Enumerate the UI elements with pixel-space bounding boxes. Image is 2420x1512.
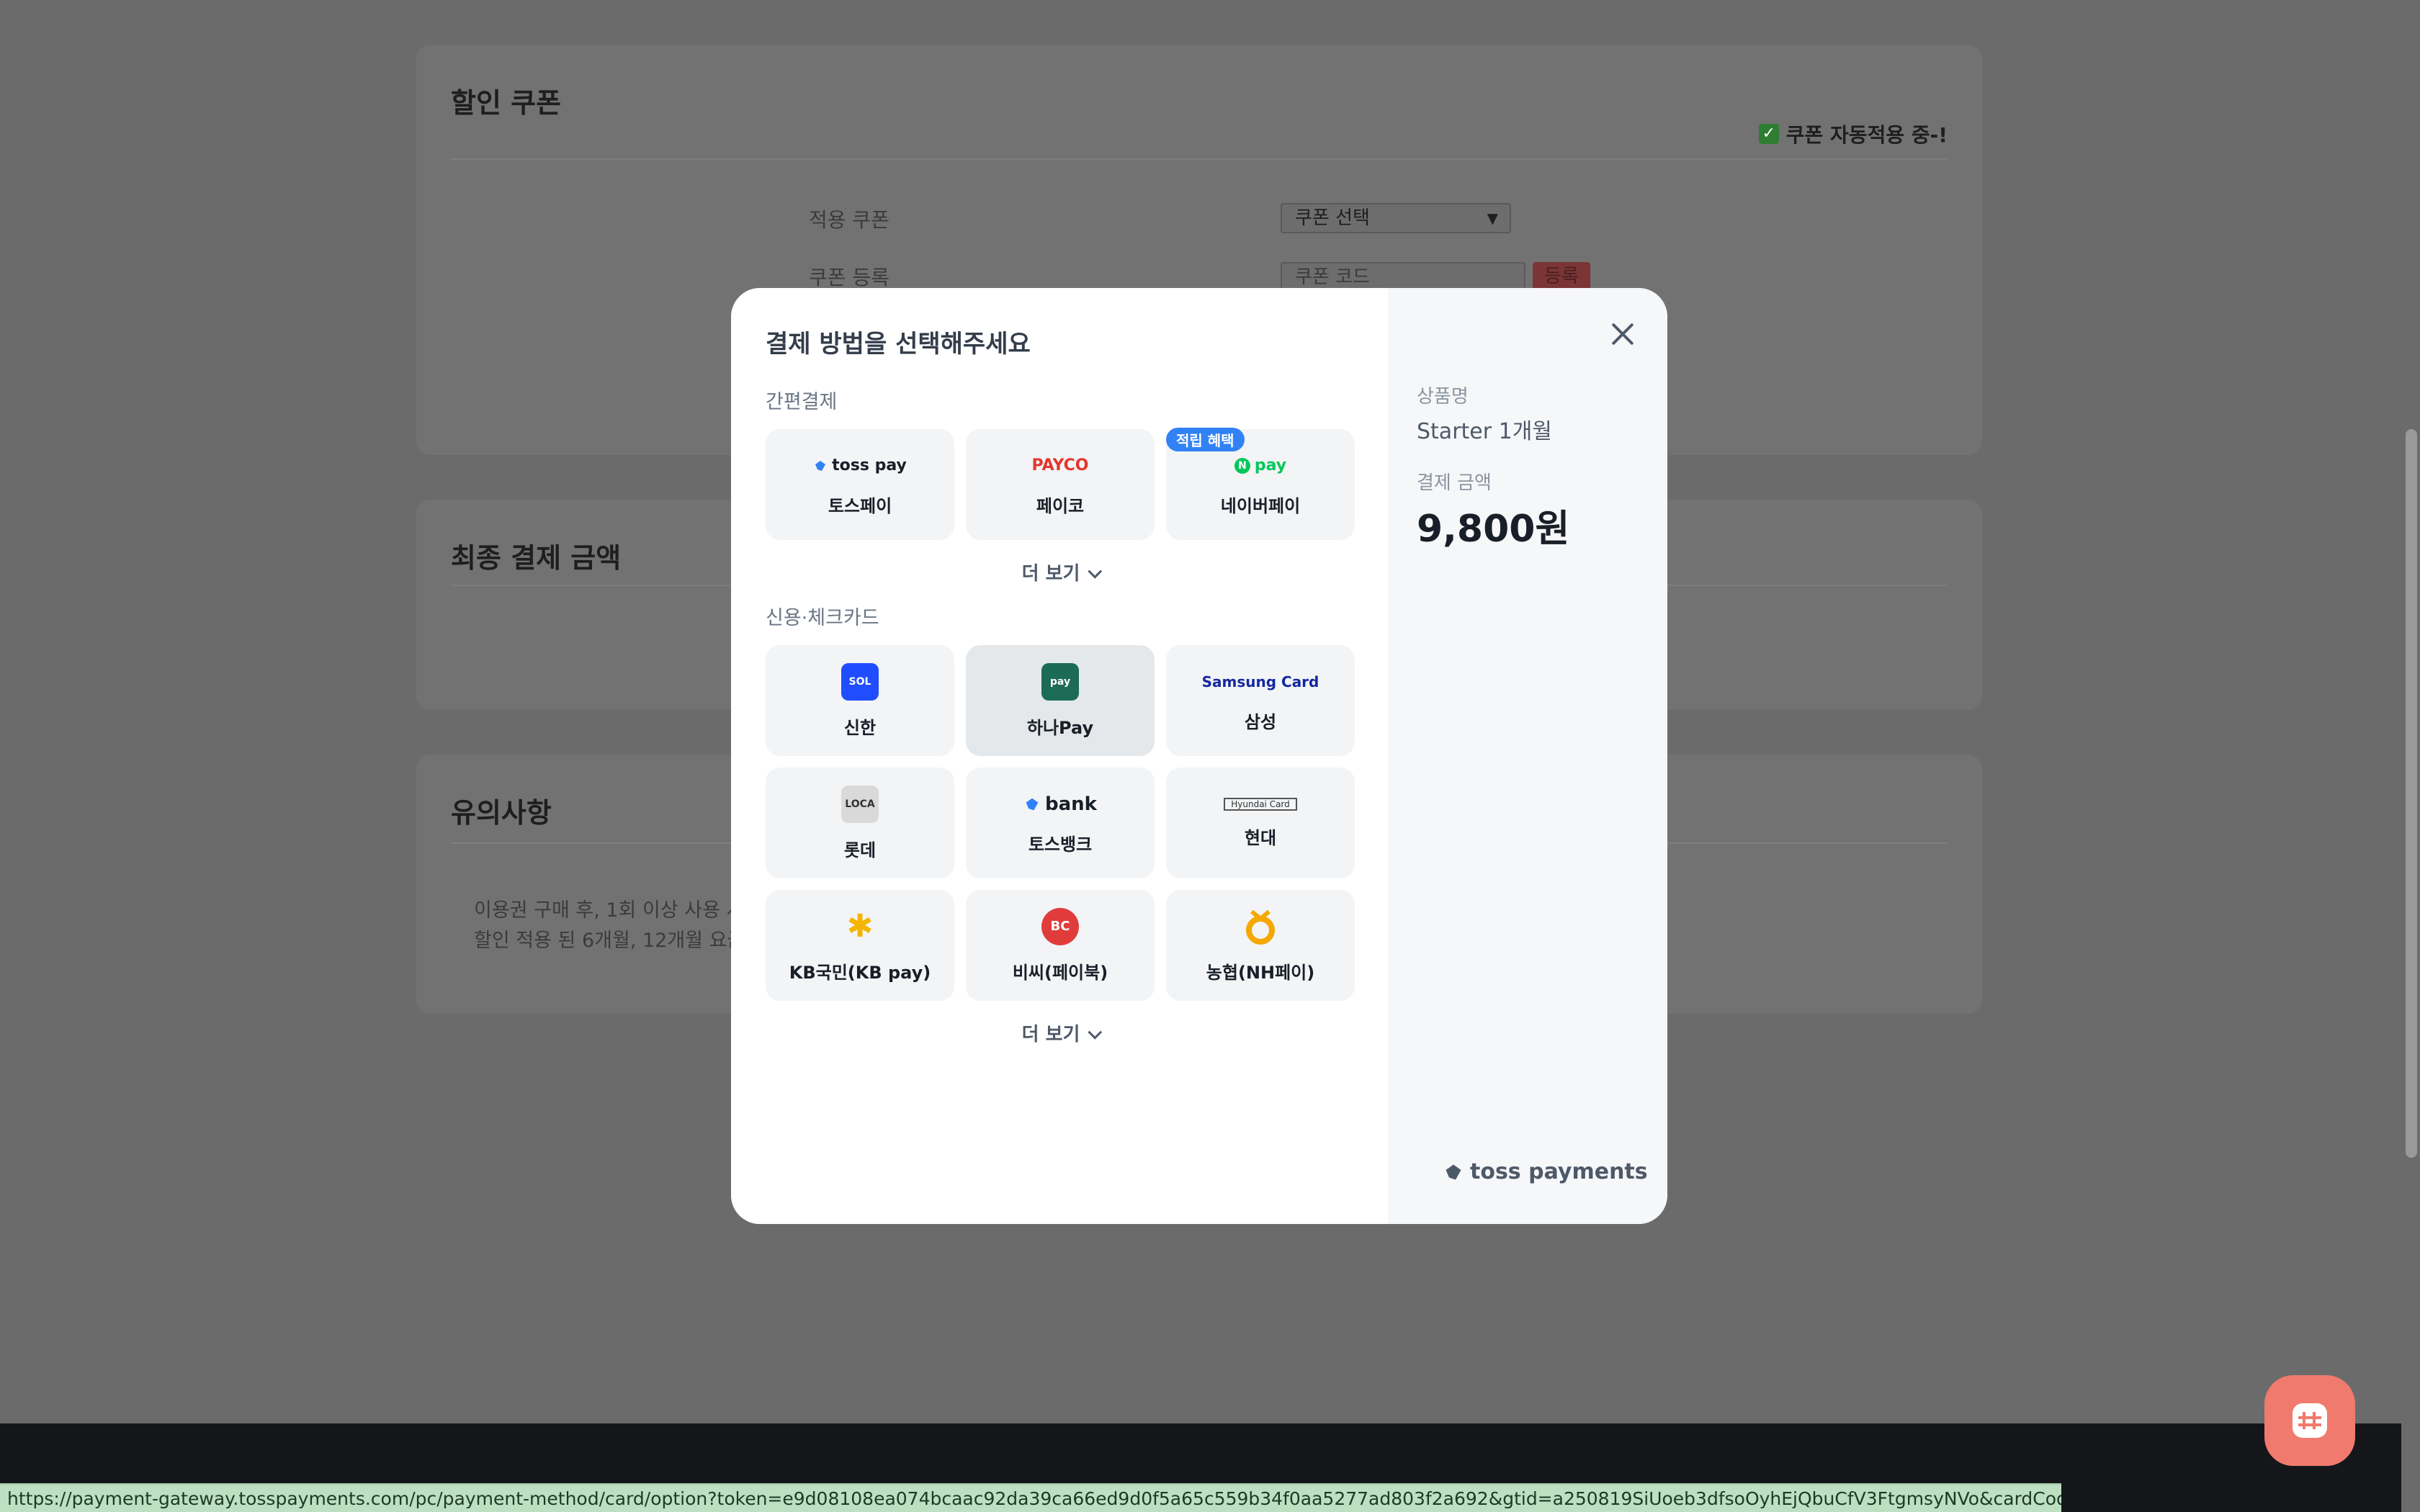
- hyundai-card-option[interactable]: Hyundai Card 현대: [1166, 768, 1355, 878]
- coupon-section-title: 할인 쿠폰: [451, 87, 562, 119]
- easy-pay-grid: toss pay 토스페이 PAYCO 페이코 적립 혜택 N pay 네이버페…: [766, 428, 1355, 540]
- toss-bank-logo-text: bank: [1045, 793, 1097, 815]
- nh-icon: [1242, 908, 1279, 945]
- bc-card-icon: BC: [1041, 907, 1079, 945]
- toss-logo-icon: [815, 460, 826, 471]
- naver-pay-option[interactable]: 적립 혜택 N pay 네이버페이: [1166, 428, 1355, 540]
- toss-pay-logo: toss pay: [813, 453, 907, 479]
- card-section-label: 신용·체크카드: [766, 607, 879, 629]
- chevron-down-icon: [1088, 1025, 1103, 1040]
- auto-apply-notice: ✓ 쿠폰 자동적용 중-!: [1758, 120, 1948, 148]
- toss-payments-logo: toss payments: [1443, 1159, 1648, 1184]
- card-label: KB국민(KB pay): [789, 962, 931, 983]
- coupon-select[interactable]: 쿠폰 선택 ▼: [1281, 203, 1511, 233]
- card-label: 롯데: [843, 840, 877, 860]
- toss-pay-option[interactable]: toss pay 토스페이: [766, 429, 954, 540]
- more-easy-pay-button[interactable]: 더 보기: [731, 559, 1388, 585]
- close-icon[interactable]: [1607, 318, 1639, 350]
- chevron-down-icon: ▼: [1487, 210, 1498, 227]
- shinhan-sol-pay-icon: SOL: [841, 662, 879, 701]
- shinhan-card-option[interactable]: SOL 신한: [766, 645, 954, 756]
- more-cards-button[interactable]: 더 보기: [731, 1020, 1388, 1046]
- chat-hash-icon: [2293, 1403, 2327, 1438]
- chat-button[interactable]: [2264, 1375, 2355, 1466]
- notice-title: 유의사항: [451, 797, 552, 829]
- card-label: 삼성: [1244, 711, 1277, 732]
- more-label: 더 보기: [1021, 1024, 1080, 1045]
- chevron-down-icon: [1088, 564, 1103, 579]
- card-label: 하나Pay: [1026, 717, 1094, 738]
- toss-pay-label: 토스페이: [828, 495, 892, 516]
- naver-n-icon: N: [1234, 457, 1250, 474]
- status-bar-url: https://payment-gateway.tosspayments.com…: [0, 1483, 2061, 1512]
- lotte-loca-icon: LOCA: [841, 785, 879, 823]
- card-grid: SOL 신한 pay 하나Pay Samsung Card 삼성 LOCA 롯데…: [766, 645, 1355, 1001]
- amount-value: 9,800원: [1417, 508, 1570, 551]
- card-label: 신한: [843, 717, 877, 738]
- hana-pay-card-option[interactable]: pay 하나Pay: [966, 645, 1155, 756]
- hana-pay-icon: pay: [1041, 662, 1079, 701]
- hyundai-card-logo: Hyundai Card: [1224, 797, 1297, 811]
- modal-title: 결제 방법을 선택해주세요: [766, 330, 1031, 359]
- lotte-card-option[interactable]: LOCA 롯데: [766, 768, 954, 878]
- notice-line: 할인 적용 된 6개월, 12개월 요금: [474, 930, 745, 952]
- kb-card-option[interactable]: ✱ KB국민(KB pay): [766, 890, 954, 1001]
- kb-star-icon: ✱: [846, 908, 874, 945]
- product-name-value: Starter 1개월: [1417, 419, 1552, 444]
- payco-option[interactable]: PAYCO 페이코: [966, 429, 1155, 540]
- amount-label: 결제 금액: [1417, 472, 1492, 494]
- naver-pay-label: 네이버페이: [1220, 495, 1301, 516]
- bc-card-option[interactable]: BC 비씨(페이북): [966, 890, 1155, 1001]
- order-summary-panel: 상품명 Starter 1개월 결제 금액 9,800원 toss paymen…: [1388, 288, 1667, 1224]
- divider: [451, 158, 1948, 160]
- benefit-badge: 적립 혜택: [1166, 428, 1245, 451]
- toss-pay-logo-text: toss pay: [832, 456, 907, 474]
- auto-apply-text: 쿠폰 자동적용 중-!: [1785, 123, 1948, 147]
- scrollbar-thumb[interactable]: [2406, 429, 2417, 1158]
- notice-line: 이용권 구매 후, 1회 이상 사용 시: [474, 899, 745, 922]
- coupon-register-label: 쿠폰 등록: [809, 266, 889, 289]
- product-name-label: 상품명: [1417, 386, 1469, 408]
- brand-text: toss payments: [1470, 1159, 1648, 1184]
- notice-text: 이용권 구매 후, 1회 이상 사용 시 할인 적용 된 6개월, 12개월 요…: [474, 896, 745, 956]
- toss-logo-icon: [1026, 798, 1039, 810]
- scrollbar[interactable]: [2401, 0, 2420, 1512]
- toss-bank-card-option[interactable]: bank 토스뱅크: [966, 768, 1155, 878]
- applied-coupon-label: 적용 쿠폰: [809, 208, 889, 232]
- register-coupon-button[interactable]: 등록: [1533, 262, 1590, 291]
- nh-card-option[interactable]: 농협(NH페이): [1166, 890, 1355, 1001]
- more-label: 더 보기: [1021, 563, 1080, 585]
- naver-pay-logo-text: pay: [1254, 456, 1287, 474]
- payment-method-modal: 결제 방법을 선택해주세요 간편결제 toss pay 토스페이 PAYCO 페…: [731, 288, 1667, 1224]
- payment-method-panel: 결제 방법을 선택해주세요 간편결제 toss pay 토스페이 PAYCO 페…: [731, 288, 1388, 1224]
- samsung-card-logo: Samsung Card: [1201, 672, 1319, 690]
- naver-pay-logo: N pay: [1234, 453, 1286, 479]
- toss-logo-icon: [1446, 1164, 1461, 1179]
- final-amount-title: 최종 결제 금액: [451, 542, 622, 574]
- card-label: 비씨(페이북): [1012, 962, 1108, 983]
- checkmark-icon: ✓: [1758, 124, 1779, 144]
- payco-label: 페이코: [1036, 495, 1085, 516]
- payco-logo: PAYCO: [1031, 456, 1089, 474]
- card-label: 현대: [1244, 827, 1277, 848]
- toss-bank-logo: bank: [1023, 791, 1097, 817]
- easy-pay-label: 간편결제: [766, 391, 838, 413]
- coupon-select-value: 쿠폰 선택: [1295, 207, 1370, 229]
- card-label: 토스뱅크: [1028, 834, 1093, 855]
- card-label: 농협(NH페이): [1206, 962, 1315, 983]
- samsung-card-option[interactable]: Samsung Card 삼성: [1166, 645, 1355, 756]
